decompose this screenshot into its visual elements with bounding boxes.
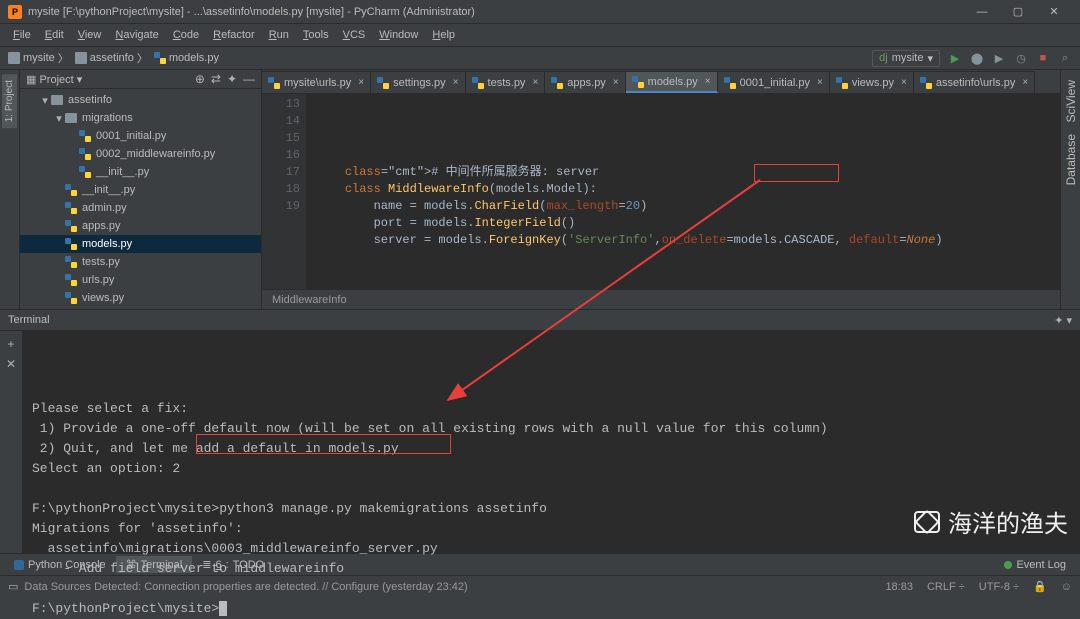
editor-breadcrumb[interactable]: MiddlewareInfo — [262, 289, 1060, 309]
editor-tabs: mysite\urls.py×settings.py×tests.py×apps… — [262, 70, 1060, 94]
menu-window[interactable]: Window — [372, 27, 425, 43]
menu-edit[interactable]: Edit — [38, 27, 71, 43]
close-session-button[interactable]: ✕ — [6, 357, 16, 371]
editor-tab[interactable]: views.py× — [830, 71, 914, 93]
project-tree[interactable]: ▾assetinfo▾migrations0001_initial.py0002… — [20, 89, 261, 309]
wechat-icon — [914, 511, 940, 533]
close-tab-icon[interactable]: × — [453, 77, 459, 88]
left-tool-strip: 1: Project — [0, 70, 20, 309]
tree-item[interactable]: admin.py — [20, 199, 261, 217]
terminal-settings-icon[interactable]: ✦ ▾ — [1054, 314, 1072, 327]
menu-bar: FileEditViewNavigateCodeRefactorRunTools… — [0, 24, 1080, 46]
close-button[interactable]: ✕ — [1036, 2, 1072, 22]
navigation-bar: mysite〉 assetinfo〉 models.py djmysite ▾ … — [0, 46, 1080, 70]
editor-tab[interactable]: tests.py× — [466, 71, 546, 93]
tree-item[interactable]: apps.py — [20, 217, 261, 235]
close-tab-icon[interactable]: × — [532, 77, 538, 88]
profile-button[interactable]: ◷ — [1014, 51, 1028, 65]
watermark: 海洋的渔夫 — [914, 504, 1068, 539]
right-tool-strip: SciView Database — [1060, 70, 1080, 309]
menu-tools[interactable]: Tools — [296, 27, 336, 43]
coverage-button[interactable]: ▶ — [992, 51, 1006, 65]
close-tab-icon[interactable]: × — [358, 77, 364, 88]
editor-area: mysite\urls.py×settings.py×tests.py×apps… — [262, 70, 1060, 309]
stop-button[interactable]: ■ — [1036, 51, 1050, 65]
side-tab-database[interactable]: Database — [1062, 128, 1080, 191]
tree-item[interactable]: ▾migrations — [20, 109, 261, 127]
terminal-title: Terminal — [8, 314, 1054, 326]
annotation-highlight-box — [754, 164, 839, 182]
project-panel-title: Project — [39, 74, 73, 86]
tree-item[interactable]: views.py — [20, 289, 261, 307]
annotation-highlight-box — [196, 434, 451, 454]
debug-button[interactable]: ⬤ — [970, 51, 984, 65]
menu-navigate[interactable]: Navigate — [108, 27, 165, 43]
terminal-toolbar: + ✕ — [0, 331, 22, 553]
tree-item[interactable]: 0002_middlewareinfo.py — [20, 145, 261, 163]
editor-tab[interactable]: apps.py× — [545, 71, 625, 93]
gear-icon[interactable]: ✦ — [227, 72, 237, 86]
side-tab-project[interactable]: 1: Project — [2, 74, 17, 128]
breadcrumb-file[interactable]: models.py — [154, 52, 219, 64]
minimize-button[interactable]: — — [964, 2, 1000, 22]
editor-tab[interactable]: mysite\urls.py× — [262, 71, 371, 93]
new-session-button[interactable]: + — [7, 337, 14, 351]
editor-tab[interactable]: models.py× — [626, 71, 718, 93]
line-gutter: 13141516171819 — [262, 94, 306, 289]
tree-item[interactable]: __init__.py — [20, 181, 261, 199]
title-bar: P mysite [F:\pythonProject\mysite] - ...… — [0, 0, 1080, 24]
editor-tab[interactable]: assetinfo\urls.py× — [914, 71, 1035, 93]
close-tab-icon[interactable]: × — [613, 77, 619, 88]
close-tab-icon[interactable]: × — [1022, 77, 1028, 88]
close-tab-icon[interactable]: × — [705, 76, 711, 87]
tree-item[interactable]: tests.py — [20, 253, 261, 271]
editor-tab[interactable]: 0001_initial.py× — [718, 71, 830, 93]
menu-run[interactable]: Run — [262, 27, 296, 43]
run-button[interactable]: ▶ — [948, 51, 962, 65]
tree-item[interactable]: models.py — [20, 235, 261, 253]
tree-item[interactable]: urls.py — [20, 271, 261, 289]
menu-help[interactable]: Help — [425, 27, 462, 43]
close-tab-icon[interactable]: × — [901, 77, 907, 88]
maximize-button[interactable]: ▢ — [1000, 2, 1036, 22]
breadcrumb-pkg[interactable]: assetinfo〉 — [75, 50, 148, 66]
project-tool-window: ▦ Project ▾ ⊕ ⇄ ✦ — ▾assetinfo▾migration… — [20, 70, 262, 309]
status-icon: ▭ — [8, 580, 18, 593]
menu-vcs[interactable]: VCS — [336, 27, 373, 43]
collapse-icon[interactable]: ⊕ — [195, 72, 205, 86]
tree-item[interactable]: __init__.py — [20, 163, 261, 181]
editor-tab[interactable]: settings.py× — [371, 71, 465, 93]
doc-icon[interactable]: ⇄ — [211, 72, 221, 86]
code-editor[interactable]: 13141516171819 class="cmt"># 中间件所属服务器: s… — [262, 94, 1060, 289]
code-content[interactable]: class="cmt"># 中间件所属服务器: server class Mid… — [306, 94, 1060, 289]
app-icon: P — [8, 5, 22, 19]
menu-file[interactable]: File — [6, 27, 38, 43]
menu-code[interactable]: Code — [166, 27, 206, 43]
menu-refactor[interactable]: Refactor — [206, 27, 262, 43]
search-everywhere-button[interactable]: ⌕ — [1058, 51, 1072, 65]
run-config-combo[interactable]: djmysite ▾ — [872, 50, 940, 67]
breadcrumb-root[interactable]: mysite〉 — [8, 50, 69, 66]
tree-item[interactable]: 0001_initial.py — [20, 127, 261, 145]
tree-item[interactable]: ▾assetinfo — [20, 91, 261, 109]
menu-view[interactable]: View — [71, 27, 109, 43]
close-tab-icon[interactable]: × — [817, 77, 823, 88]
side-tab-sciview[interactable]: SciView — [1062, 74, 1080, 128]
hide-icon[interactable]: — — [243, 72, 255, 86]
window-title: mysite [F:\pythonProject\mysite] - ...\a… — [28, 6, 475, 18]
tree-item[interactable]: ▾mysite — [20, 307, 261, 309]
